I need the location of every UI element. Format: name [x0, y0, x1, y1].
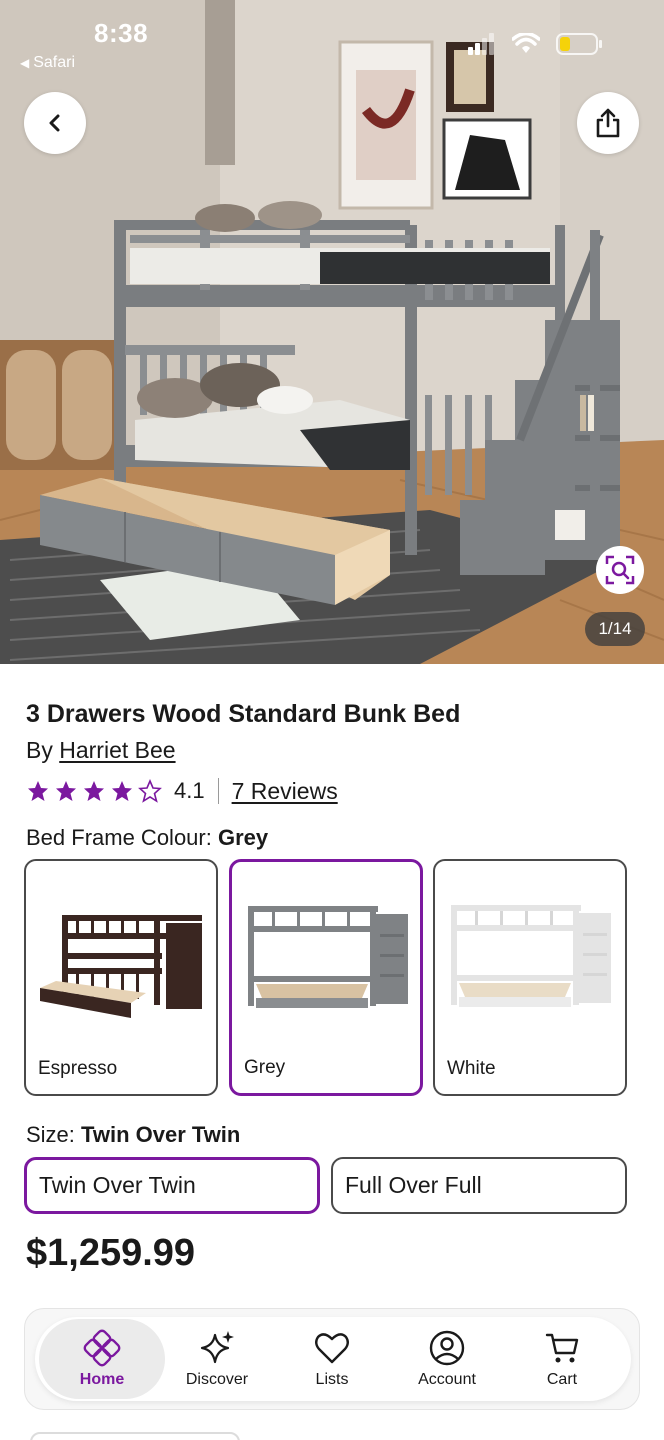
- heart-icon: [315, 1333, 349, 1364]
- size-option-label: Full Over Full: [345, 1172, 482, 1198]
- size-option-twin-over-twin[interactable]: Twin Over Twin: [24, 1157, 320, 1214]
- nav-label: Home: [79, 1371, 125, 1388]
- back-app-label: Safari: [33, 54, 76, 71]
- nav-cart[interactable]: Cart: [499, 1319, 625, 1399]
- nav-discover[interactable]: Discover: [154, 1319, 280, 1399]
- star-empty-icon: [138, 779, 162, 803]
- visual-search-button[interactable]: [596, 546, 644, 594]
- next-section-peek: [30, 1432, 240, 1440]
- signal-icon: [468, 33, 494, 55]
- back-triangle-icon: ◀: [20, 56, 30, 70]
- status-bar: 8:38 ◀ Safari: [0, 0, 664, 80]
- size-label-text: Size:: [26, 1122, 75, 1147]
- size-option-full-over-full[interactable]: Full Over Full: [331, 1157, 627, 1214]
- star-filled-icon: [84, 781, 104, 801]
- image-counter: 1/14: [585, 612, 645, 646]
- brand-line: By Harriet Bee: [26, 737, 176, 764]
- home-icon: [83, 1329, 121, 1367]
- rating-stars: [26, 779, 162, 803]
- rating-row: 4.1 7 Reviews: [26, 776, 338, 806]
- product-photo: [0, 0, 664, 664]
- colour-swatch-grey[interactable]: Grey: [229, 859, 423, 1096]
- brand-prefix: By: [26, 737, 53, 763]
- nav-lists[interactable]: Lists: [269, 1319, 395, 1399]
- status-icons: [468, 32, 604, 56]
- size-option-label: Twin Over Twin: [39, 1172, 196, 1198]
- battery-icon: [556, 33, 602, 55]
- nav-label: Account: [418, 1371, 476, 1388]
- product-image-gallery[interactable]: 8:38 ◀ Safari 1/14: [0, 0, 664, 664]
- grey-bed-thumbnail: [248, 906, 408, 1008]
- swatch-label: Grey: [244, 1057, 286, 1078]
- brand-link[interactable]: Harriet Bee: [59, 737, 175, 763]
- star-filled-icon: [56, 781, 76, 801]
- size-option-label: Size: Twin Over Twin: [26, 1122, 240, 1148]
- reviews-link[interactable]: 7 Reviews: [232, 778, 338, 805]
- chevron-left-icon: [49, 114, 60, 132]
- account-icon: [429, 1330, 465, 1366]
- back-to-app-link[interactable]: ◀ Safari: [20, 54, 75, 72]
- nav-home[interactable]: Home: [39, 1319, 165, 1399]
- colour-swatch-espresso[interactable]: Espresso: [24, 859, 218, 1096]
- status-time: 8:38: [94, 18, 149, 48]
- colour-selected-value: Grey: [217, 825, 269, 850]
- star-filled-icon: [112, 781, 132, 801]
- product-price: $1,259.99: [26, 1232, 196, 1274]
- espresso-bed-thumbnail: [40, 915, 202, 1018]
- nav-label: Discover: [185, 1371, 249, 1388]
- back-button[interactable]: [24, 92, 86, 154]
- size-selected-value: Twin Over Twin: [81, 1122, 241, 1147]
- colour-swatch-white[interactable]: White: [433, 859, 627, 1096]
- nav-label: Lists: [315, 1371, 349, 1388]
- product-title: 3 Drawers Wood Standard Bunk Bed: [26, 700, 461, 728]
- cart-icon: [545, 1333, 579, 1363]
- bottom-nav-container: Home Discover Lists Account Cart: [24, 1308, 640, 1410]
- rating-value: 4.1: [174, 778, 205, 803]
- share-button[interactable]: [577, 92, 639, 154]
- nav-account[interactable]: Account: [384, 1319, 510, 1399]
- share-icon: [596, 108, 620, 138]
- wifi-icon: [512, 33, 540, 53]
- rating-divider: [217, 778, 219, 804]
- nav-label: Cart: [546, 1371, 578, 1388]
- visual-search-icon: [605, 555, 635, 585]
- star-filled-icon: [28, 781, 48, 801]
- white-bed-thumbnail: [451, 905, 611, 1007]
- swatch-label: White: [447, 1058, 496, 1079]
- colour-option-label: Bed Frame Colour: Grey: [26, 825, 268, 851]
- bottom-nav: Home Discover Lists Account Cart: [35, 1317, 631, 1401]
- colour-label-text: Bed Frame Colour:: [26, 825, 212, 850]
- swatch-label: Espresso: [38, 1058, 118, 1079]
- sparkle-icon: [200, 1331, 234, 1364]
